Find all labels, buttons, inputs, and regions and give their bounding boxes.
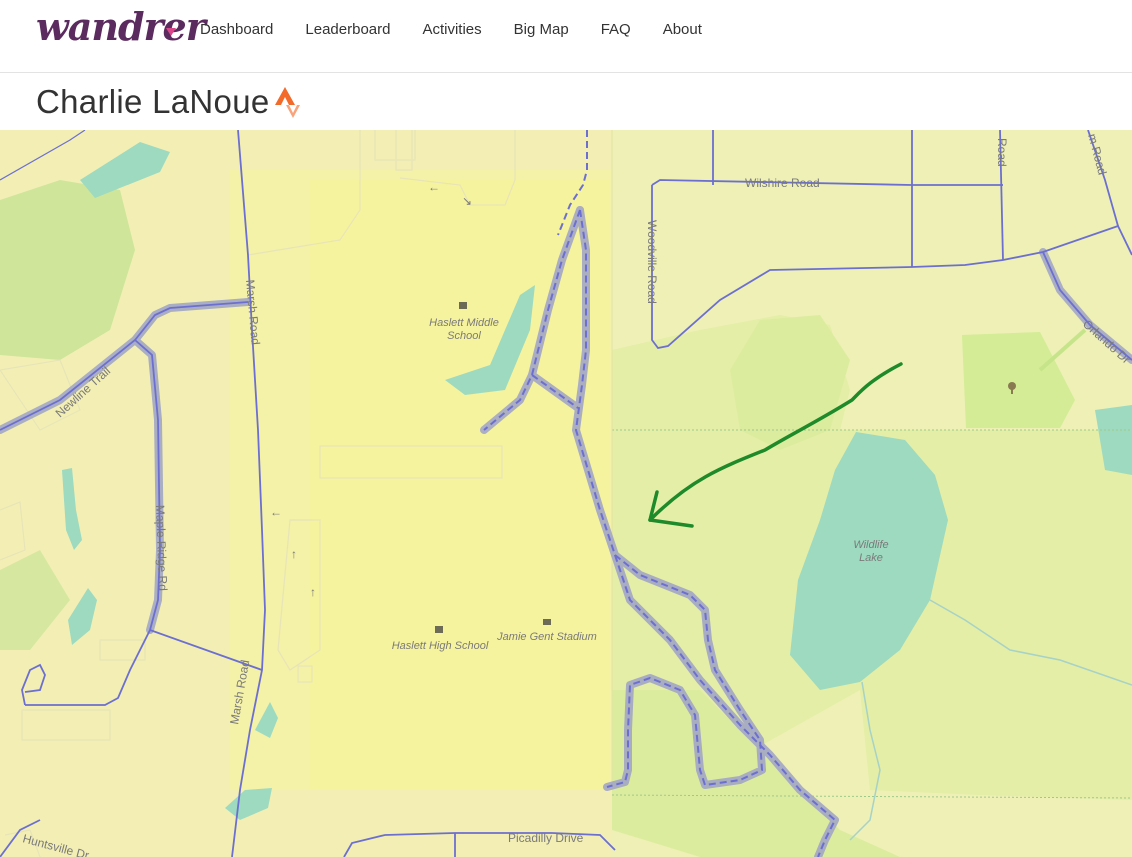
svg-text:←: ← bbox=[428, 180, 440, 194]
label-middle-school-line2: School bbox=[447, 330, 481, 342]
stadium-icon bbox=[543, 619, 551, 625]
nav-links: Dashboard Leaderboard Activities Big Map… bbox=[200, 20, 734, 40]
nav-leaderboard[interactable]: Leaderboard bbox=[305, 20, 390, 40]
school-grounds-inner bbox=[310, 180, 610, 790]
label-stadium: Jamie Gent Stadium bbox=[496, 631, 597, 643]
wandrer-logo[interactable]: wandrer bbox=[36, 4, 206, 49]
nav-activities[interactable]: Activities bbox=[422, 20, 481, 40]
label-lake-line2: Lake bbox=[859, 552, 883, 564]
svg-text:↑: ↑ bbox=[310, 585, 316, 599]
map-canvas[interactable]: ← ↘ ← ↑ ↑ Wilshire Road Woodville Road M… bbox=[0, 130, 1132, 857]
logo-accent-icon bbox=[166, 28, 176, 36]
tree-icon bbox=[1008, 382, 1016, 390]
svg-text:↑: ↑ bbox=[291, 547, 297, 561]
label-top-road-a: Road bbox=[995, 138, 1009, 167]
label-woodville-road: Woodville Road bbox=[645, 220, 659, 304]
svg-text:↘: ↘ bbox=[462, 194, 472, 208]
title-bar: Charlie LaNoue bbox=[0, 73, 1132, 130]
school-icon bbox=[459, 302, 467, 309]
strava-icon[interactable] bbox=[275, 87, 301, 119]
label-wilshire-road: Wilshire Road bbox=[745, 176, 820, 190]
nav-dashboard[interactable]: Dashboard bbox=[200, 20, 273, 40]
label-lake-line1: Wildlife bbox=[853, 539, 888, 551]
label-middle-school-line1: Haslett Middle bbox=[429, 317, 499, 329]
svg-text:←: ← bbox=[270, 505, 282, 519]
nav-big-map[interactable]: Big Map bbox=[514, 20, 569, 40]
map-view[interactable]: ← ↘ ← ↑ ↑ Wilshire Road Woodville Road M… bbox=[0, 130, 1132, 857]
label-picadilly-drive: Picadilly Drive bbox=[508, 831, 584, 845]
label-high-school: Haslett High School bbox=[392, 640, 489, 652]
nav-faq[interactable]: FAQ bbox=[601, 20, 631, 40]
page-title: Charlie LaNoue bbox=[36, 83, 270, 120]
nav-about[interactable]: About bbox=[663, 20, 702, 40]
top-navbar: wandrer Dashboard Leaderboard Activities… bbox=[0, 0, 1132, 73]
school-icon bbox=[435, 626, 443, 633]
